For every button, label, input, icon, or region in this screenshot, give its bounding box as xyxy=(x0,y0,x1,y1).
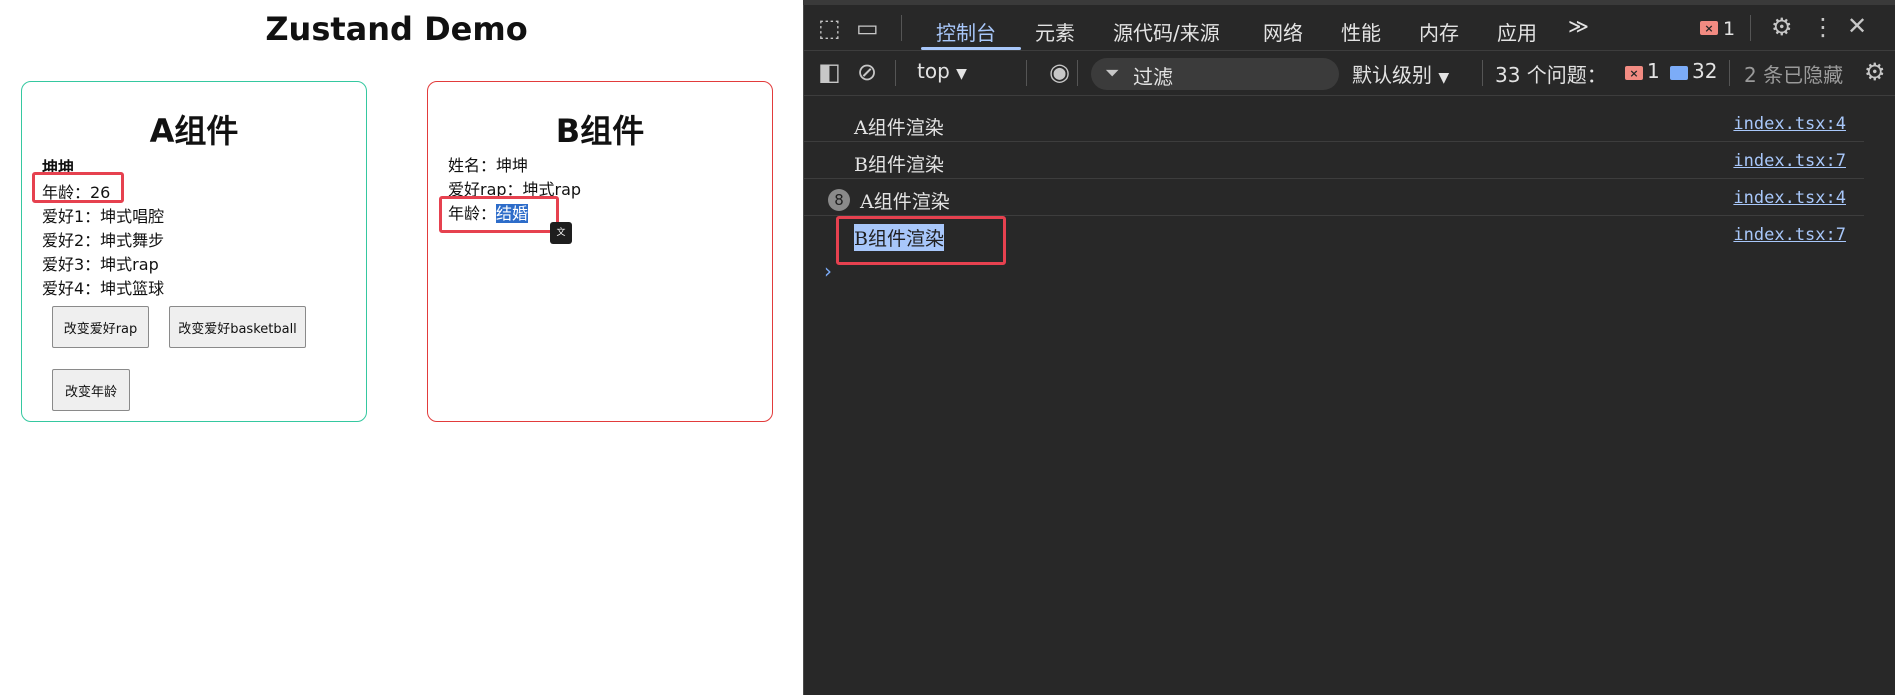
device-toolbar-icon[interactable]: ▭ xyxy=(856,16,879,40)
card-b-title: B组件 xyxy=(555,112,645,150)
issues-error-count[interactable]: 1 xyxy=(1647,59,1660,83)
tab-performance[interactable]: 性能 xyxy=(1341,17,1381,46)
change-rap-button[interactable]: 改变爱好rap xyxy=(52,306,149,348)
card-a-hobby-1: 爱好1：坤式唱腔 xyxy=(42,207,165,226)
card-a-hobby-3: 爱好3：坤式rap xyxy=(42,255,159,274)
settings-gear-icon[interactable]: ⚙ xyxy=(1771,15,1793,39)
change-basketball-button[interactable]: 改变爱好basketball xyxy=(169,306,306,348)
console-toolbar: ◧ ⊘ top ▼ ◉ ⏷ 过滤 默认级别 ▼ 33 个问题： × 1 32 2… xyxy=(804,51,1895,96)
issues-message-count[interactable]: 32 xyxy=(1692,59,1717,83)
context-dropdown-icon: ▼ xyxy=(956,66,967,82)
tab-sources[interactable]: 源代码/来源 xyxy=(1113,17,1220,46)
repeat-count-badge: 8 xyxy=(828,189,850,211)
filter-funnel-icon: ⏷ xyxy=(1105,63,1120,84)
sidebar-toggle-icon[interactable]: ◧ xyxy=(818,60,841,84)
more-tabs-icon[interactable]: ≫ xyxy=(1568,14,1589,38)
log-message: B组件渲染 xyxy=(854,154,944,176)
card-a-title: A组件 xyxy=(149,112,239,150)
active-tab-indicator xyxy=(921,47,1021,50)
toolbar-divider-4 xyxy=(1482,60,1483,86)
log-source-link[interactable]: index.tsx:4 xyxy=(1733,114,1846,134)
tab-console[interactable]: 控制台 xyxy=(936,17,996,46)
log-message: A组件渲染 xyxy=(860,191,950,213)
log-source-link[interactable]: index.tsx:7 xyxy=(1733,225,1846,245)
toolbar-divider-2 xyxy=(1026,60,1027,86)
hidden-messages[interactable]: 2 条已隐藏 xyxy=(1744,59,1843,88)
log-level-value: 默认级别 xyxy=(1352,63,1432,87)
tab-application[interactable]: 应用 xyxy=(1497,17,1537,46)
change-age-button[interactable]: 改变年龄 xyxy=(52,369,130,411)
card-a-hobby-4: 爱好4：坤式篮球 xyxy=(42,279,165,298)
live-expression-eye-icon[interactable]: ◉ xyxy=(1049,60,1070,84)
tab-elements[interactable]: 元素 xyxy=(1035,17,1075,46)
inspect-element-icon[interactable]: ⬚ xyxy=(818,16,841,40)
console-prompt-icon[interactable]: › xyxy=(824,259,832,283)
age-highlight-box xyxy=(32,172,124,203)
issues-message-icon xyxy=(1670,66,1688,80)
toolbar-divider-3 xyxy=(1077,60,1078,86)
b-age-highlight-box xyxy=(439,196,559,233)
close-devtools-icon[interactable]: ✕ xyxy=(1847,14,1867,38)
devtools-panel: ⬚ ▭ 控制台 元素 源代码/来源 网络 性能 内存 应用 ≫ × 1 ⚙ ⋮ … xyxy=(803,5,1895,695)
console-settings-gear-icon[interactable]: ⚙ xyxy=(1864,60,1886,84)
app-viewport: Zustand Demo A组件 坤坤 年龄：26 爱好1：坤式唱腔 爱好2：坤… xyxy=(0,0,803,695)
log-source-link[interactable]: index.tsx:7 xyxy=(1733,151,1846,171)
tab-network[interactable]: 网络 xyxy=(1263,17,1303,46)
log-entry[interactable]: A组件渲染 index.tsx:4 xyxy=(804,106,1864,142)
component-a-card: A组件 坤坤 年龄：26 爱好1：坤式唱腔 爱好2：坤式舞步 爱好3：坤式rap… xyxy=(21,81,367,422)
tab-memory[interactable]: 内存 xyxy=(1419,17,1459,46)
error-count[interactable]: 1 xyxy=(1723,18,1735,40)
page-title: Zustand Demo xyxy=(265,10,528,48)
log-entry[interactable]: 8 A组件渲染 index.tsx:4 xyxy=(804,180,1864,216)
log-entry[interactable]: B组件渲染 index.tsx:7 xyxy=(804,143,1864,179)
context-selector[interactable]: top ▼ xyxy=(917,59,967,83)
log-source-link[interactable]: index.tsx:4 xyxy=(1733,188,1846,208)
devtools-tab-bar: ⬚ ▭ 控制台 元素 源代码/来源 网络 性能 内存 应用 ≫ × 1 ⚙ ⋮ … xyxy=(804,5,1895,51)
console-output: A组件渲染 index.tsx:4 B组件渲染 index.tsx:7 8 A组… xyxy=(804,106,1895,686)
tabs-divider xyxy=(901,15,902,41)
badge-divider xyxy=(1750,15,1751,41)
log-level-dropdown-icon: ▼ xyxy=(1438,70,1450,86)
card-a-hobby-2: 爱好2：坤式舞步 xyxy=(42,231,165,250)
log-highlight-box xyxy=(836,216,1006,265)
error-icon: × xyxy=(1700,21,1718,35)
component-b-card: B组件 姓名：坤坤 爱好rap：坤式rap 年龄：结婚 xyxy=(427,81,773,422)
log-level-selector[interactable]: 默认级别 ▼ xyxy=(1352,59,1449,88)
log-message: A组件渲染 xyxy=(854,117,944,139)
context-value: top xyxy=(917,59,950,83)
issues-error-icon: × xyxy=(1625,66,1643,80)
card-b-name: 姓名：坤坤 xyxy=(448,156,529,175)
clear-console-icon[interactable]: ⊘ xyxy=(857,60,877,84)
more-options-icon[interactable]: ⋮ xyxy=(1811,15,1835,39)
translate-cursor-icon: 文 xyxy=(550,222,572,244)
toolbar-divider-5 xyxy=(1729,60,1730,86)
filter-placeholder: 过滤 xyxy=(1133,65,1173,89)
issues-label[interactable]: 33 个问题： xyxy=(1495,59,1607,88)
toolbar-divider-1 xyxy=(895,60,896,86)
filter-input[interactable]: ⏷ 过滤 xyxy=(1091,58,1339,90)
